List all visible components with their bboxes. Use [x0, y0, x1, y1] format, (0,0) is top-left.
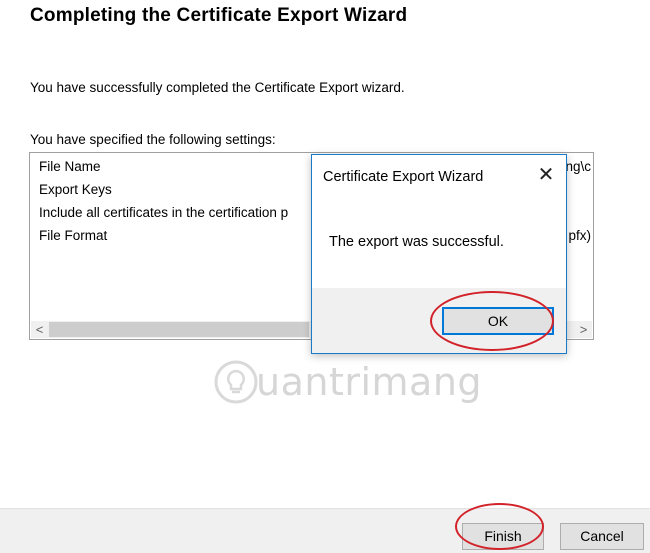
dialog-message: The export was successful.	[329, 234, 504, 250]
wizard-footer: Finish Cancel	[0, 508, 650, 553]
file-name-value: ng\c	[565, 159, 591, 174]
wizard-title: Completing the Certificate Export Wizard	[30, 5, 408, 26]
success-text: You have successfully completed the Cert…	[30, 80, 405, 95]
file-format-value: pfx)	[568, 228, 591, 243]
watermark-text: uantrimang	[256, 360, 483, 404]
settings-label: You have specified the following setting…	[30, 132, 276, 147]
close-icon[interactable]: ✕	[536, 165, 556, 185]
scrollbar-thumb[interactable]	[49, 322, 309, 337]
cancel-button[interactable]: Cancel	[560, 523, 644, 550]
settings-row-include-certs: Include all certificates in the certific…	[39, 205, 289, 220]
settings-row-file-format: File Format	[39, 228, 108, 243]
ok-button[interactable]: OK	[442, 307, 554, 335]
settings-row-export-keys: Export Keys	[39, 182, 112, 197]
dialog-content: Certificate Export Wizard ✕ The export w…	[312, 155, 566, 288]
export-success-dialog: Certificate Export Wizard ✕ The export w…	[311, 154, 567, 354]
scroll-right-button[interactable]: >	[575, 321, 592, 338]
finish-button[interactable]: Finish	[462, 523, 544, 550]
dialog-title: Certificate Export Wizard	[323, 169, 484, 185]
scroll-left-button[interactable]: <	[31, 321, 48, 338]
lightbulb-icon	[214, 360, 258, 404]
settings-row-file-name: File Name	[39, 159, 101, 174]
watermark: uantrimang	[212, 358, 482, 418]
